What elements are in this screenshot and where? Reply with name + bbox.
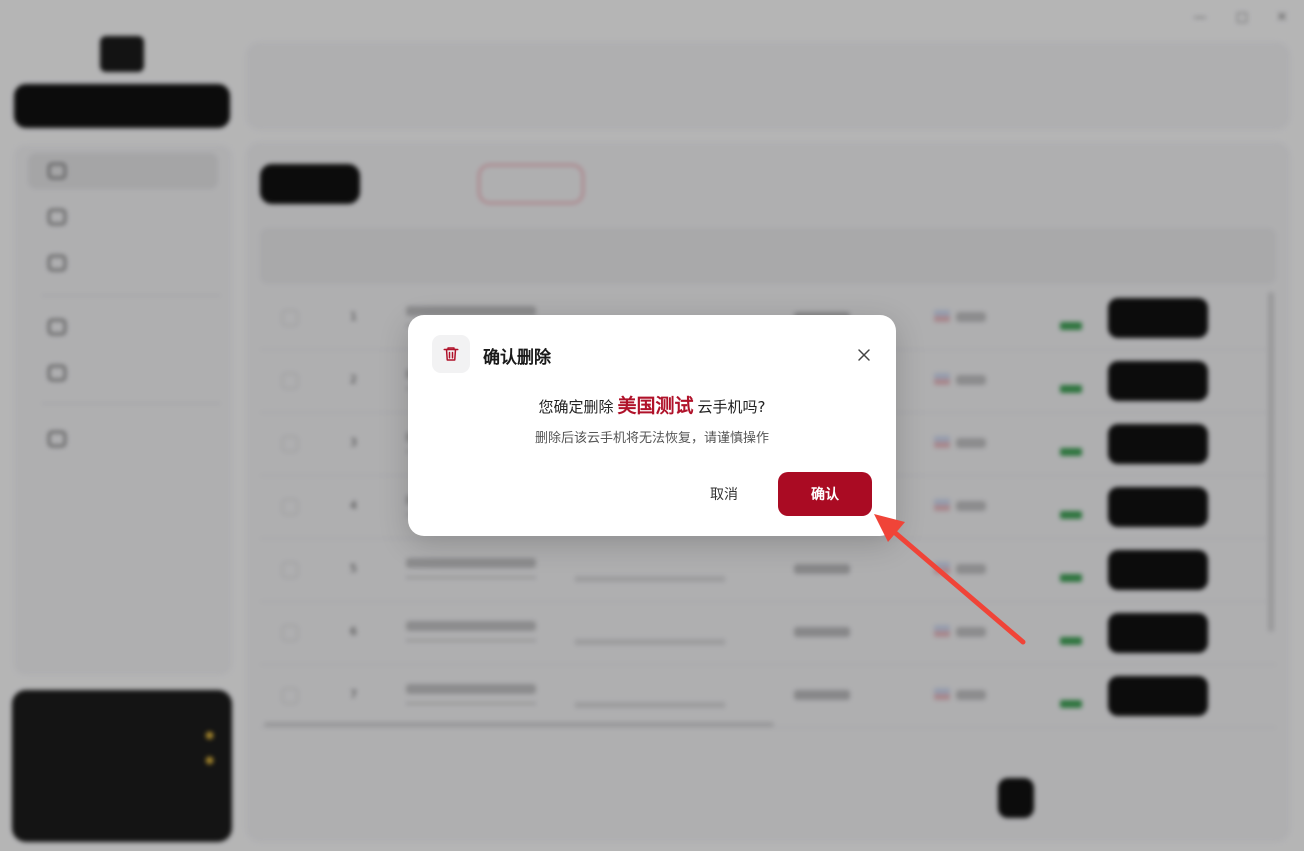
confirm-button[interactable]: 确认 <box>778 472 872 516</box>
dialog-title: 确认删除 <box>483 348 551 368</box>
close-icon[interactable] <box>854 345 874 365</box>
device-name: 美国测试 <box>617 395 694 417</box>
cancel-button[interactable]: 取消 <box>692 472 756 516</box>
message-prefix: 您确定删除 <box>538 398 614 416</box>
trash-icon <box>432 335 470 373</box>
confirm-delete-dialog: 确认删除 您确定删除 美国测试 云手机吗? 删除后该云手机将无法恢复，请谨慎操作 取… <box>408 315 896 536</box>
message-suffix: 云手机吗? <box>697 398 766 416</box>
dialog-message: 您确定删除 美国测试 云手机吗? <box>408 391 896 418</box>
dialog-warning: 删除后该云手机将无法恢复，请谨慎操作 <box>534 431 769 446</box>
